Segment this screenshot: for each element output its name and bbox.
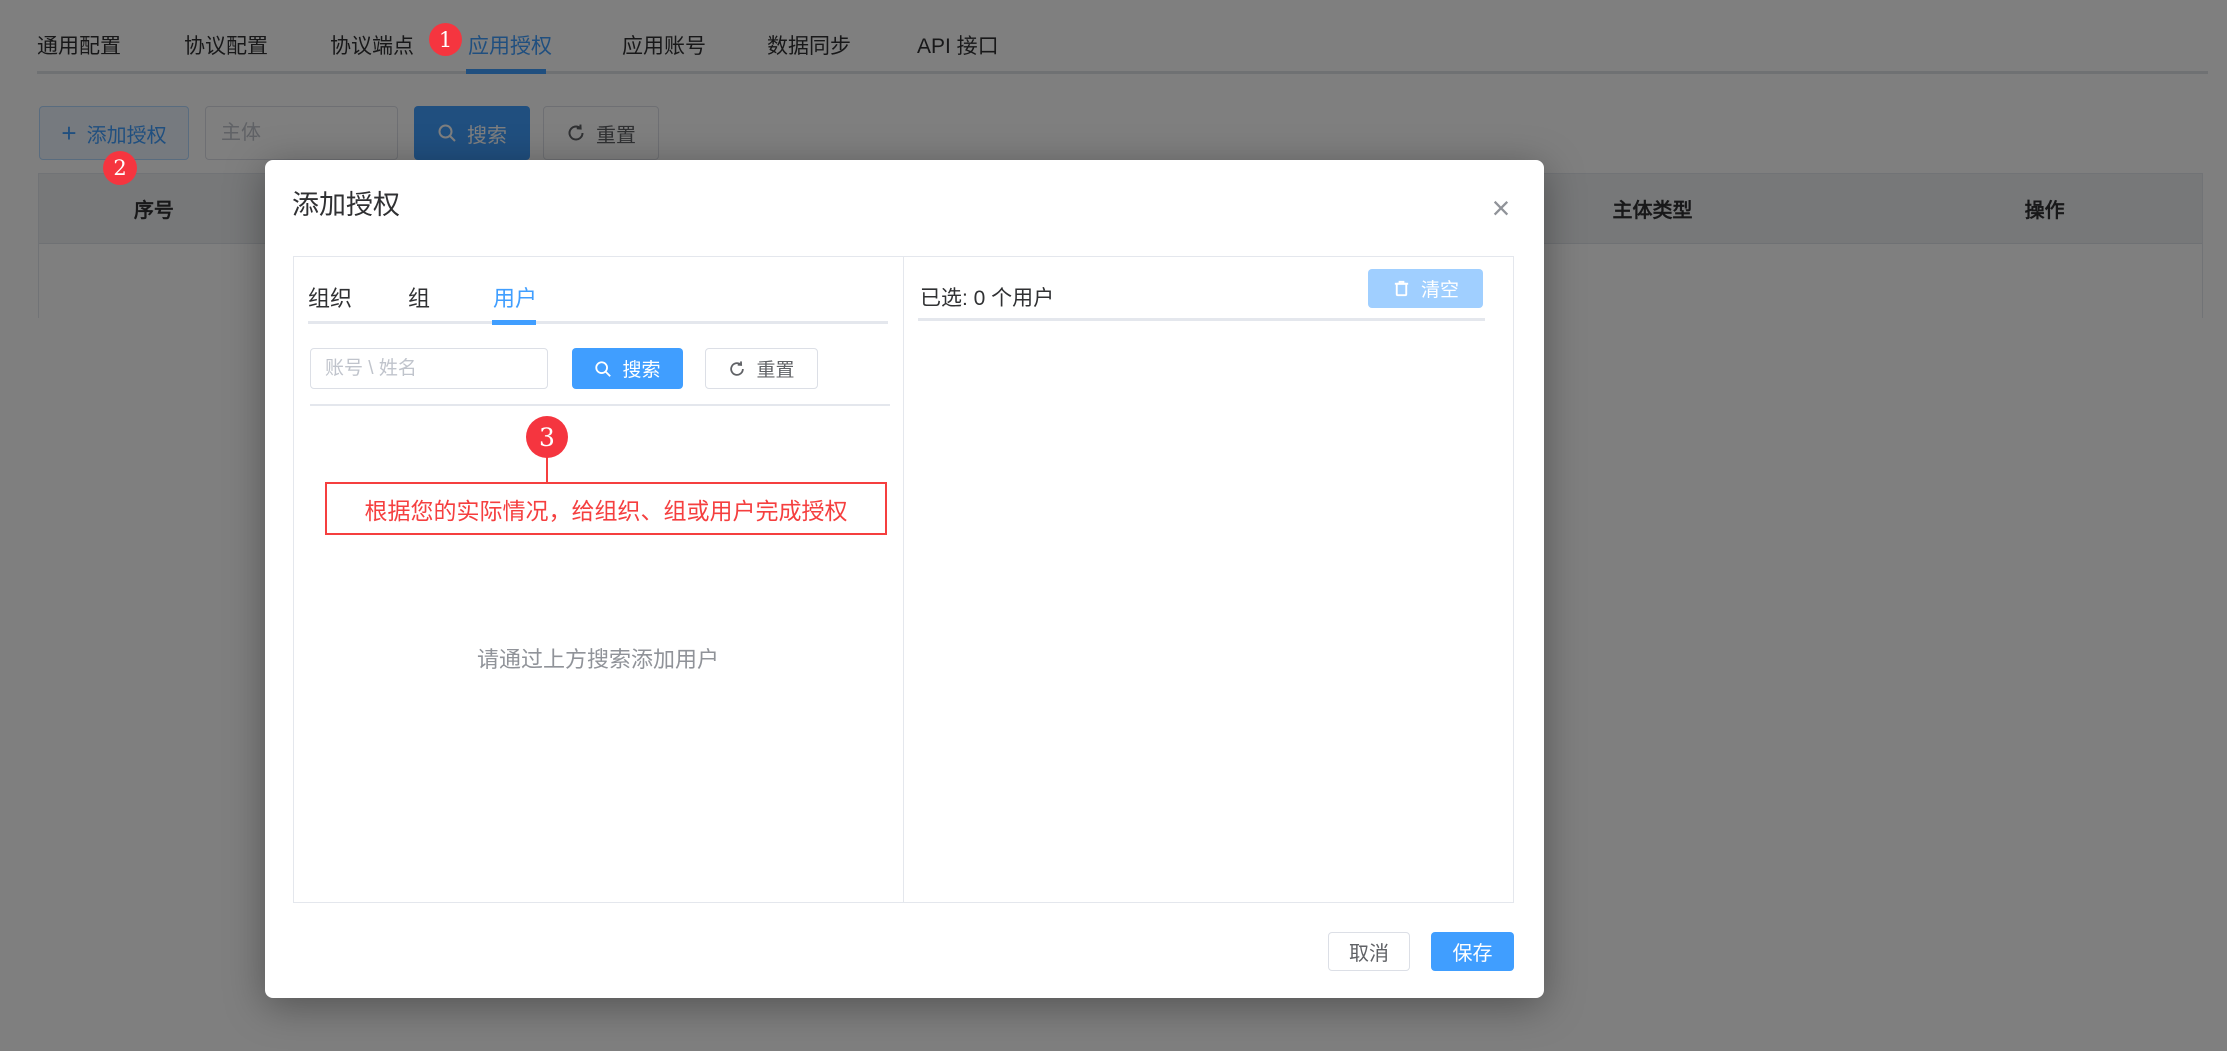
empty-state-text: 请通过上方搜索添加用户	[293, 642, 903, 674]
selected-count-label: 已选: 0 个用户	[920, 282, 1054, 312]
dialog-title: 添加授权	[292, 183, 400, 222]
panel-divider	[903, 256, 904, 903]
app-window: 通用配置 协议配置 协议端点 应用授权 应用账号 数据同步 API 接口 + 添…	[0, 0, 2227, 1051]
tab-organization[interactable]: 组织	[308, 281, 352, 313]
tab-group[interactable]: 组	[408, 281, 430, 313]
tab-user[interactable]: 用户	[493, 281, 537, 313]
close-icon[interactable]: ×	[1483, 190, 1519, 226]
clear-button[interactable]: 清空	[1368, 269, 1483, 308]
modal-reset-label: 重置	[756, 355, 794, 382]
search-icon	[594, 360, 612, 378]
save-button[interactable]: 保存	[1431, 932, 1514, 971]
annotation-box: 根据您的实际情况，给组织、组或用户完成授权	[325, 482, 887, 535]
cancel-button[interactable]: 取消	[1328, 932, 1410, 971]
step-badge-2: 2	[103, 151, 137, 185]
clear-label: 清空	[1421, 275, 1459, 302]
tabs-track	[308, 321, 888, 324]
step-badge-1: 1	[429, 23, 462, 56]
left-panel-divider	[310, 404, 890, 406]
active-modal-tab-indicator	[492, 320, 536, 325]
refresh-icon	[728, 360, 746, 378]
step-badge-3: 3	[526, 416, 568, 458]
account-name-input[interactable]	[310, 348, 548, 389]
trash-icon	[1392, 279, 1411, 298]
modal-search-button[interactable]: 搜索	[572, 348, 683, 389]
add-authorization-dialog: 添加授权 × 组织 组 用户 搜索 重置 3 根据您的实际情况，给组织、组或用户…	[265, 160, 1544, 998]
annotation-text: 根据您的实际情况，给组织、组或用户完成授权	[365, 492, 848, 526]
modal-reset-button[interactable]: 重置	[705, 348, 818, 389]
modal-search-label: 搜索	[622, 355, 660, 382]
right-panel-divider	[918, 318, 1485, 321]
annotation-connector-line	[546, 457, 548, 483]
